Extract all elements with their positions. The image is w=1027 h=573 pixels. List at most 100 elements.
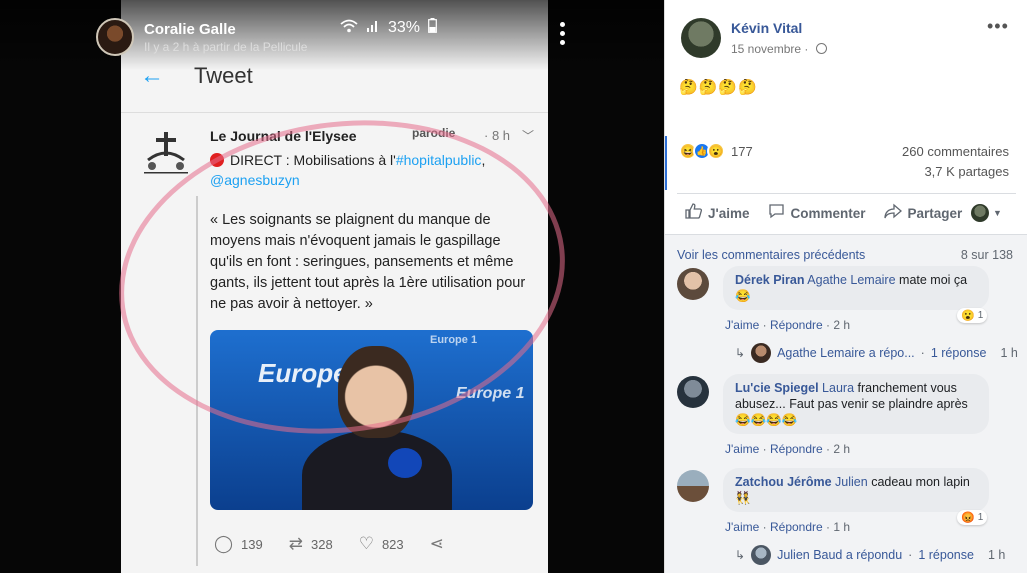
comment-reaction-badge[interactable]: 😮 1 — [957, 308, 988, 323]
heart-icon: ♡ — [358, 534, 374, 553]
poster-name[interactable]: Coralie Galle — [144, 21, 307, 38]
post-text: 🤔🤔🤔🤔 — [679, 79, 758, 96]
comment-author[interactable]: Dérek Piran — [735, 273, 804, 287]
comment-mention[interactable]: Laura — [822, 381, 854, 395]
post-date[interactable]: 15 novembre — [731, 42, 801, 56]
reply-summary-time: 1 h — [987, 548, 1006, 562]
view-previous-comments[interactable]: Voir les commentaires précédents — [677, 248, 865, 262]
phone-status-bar: 33% — [340, 18, 437, 38]
poster-avatar[interactable] — [96, 18, 134, 56]
share-icon: ⋖ — [429, 534, 444, 553]
comment-author[interactable]: Lu'cie Spiegel — [735, 381, 819, 395]
media-options-icon[interactable] — [560, 22, 566, 49]
comment-like-link[interactable]: J'aime — [725, 442, 759, 456]
microphone-icon — [388, 448, 422, 478]
tweet-divider — [121, 112, 548, 113]
tweet-likes: 823 — [381, 537, 404, 552]
battery-icon — [428, 18, 437, 38]
comment-mention[interactable]: Julien — [835, 475, 868, 489]
comment-time[interactable]: 1 h — [833, 520, 850, 534]
comment-author[interactable]: Zatchou Jérôme — [735, 475, 832, 489]
commenter-avatar[interactable] — [677, 376, 709, 408]
comments-count[interactable]: 260 commentaires — [902, 144, 1009, 159]
media-poster[interactable]: Coralie Galle Il y a 2 h à partir de la … — [96, 18, 307, 56]
reply-summary[interactable]: ↳ Agathe Lemaire a répo... · 1 réponse 1… — [735, 343, 1018, 363]
signal-icon — [366, 19, 380, 38]
comments-page-count: 8 sur 138 — [960, 248, 1013, 262]
author-avatar[interactable] — [681, 18, 721, 58]
commenter-avatar[interactable] — [677, 470, 709, 502]
comment-button[interactable]: Commenter — [768, 203, 866, 224]
post-author[interactable]: Kévin Vital — [731, 20, 802, 36]
comment-reply-link[interactable]: Répondre — [770, 318, 823, 332]
caret-down-icon: ▼ — [993, 208, 1002, 218]
like-button[interactable]: J'aime — [685, 203, 750, 224]
comment-meta: J'aime · Répondre · 2 h — [725, 318, 851, 332]
like-label: J'aime — [708, 206, 750, 221]
comment-text: cadeau mon lapin — [871, 475, 970, 489]
tweet-replies: 139 — [241, 537, 263, 552]
post-panel: Kévin Vital 15 novembre · ••• 🤔🤔🤔🤔 😆 👍 😮… — [664, 0, 1027, 573]
share-label: Partager — [907, 206, 963, 221]
comment-emoji: 😂 — [735, 289, 751, 303]
comment-reaction-count: 1 — [977, 310, 984, 321]
comment-reply-link[interactable]: Répondre — [770, 442, 823, 456]
replier-avatar — [751, 343, 772, 363]
retweet-icon: ⇄ — [288, 534, 303, 553]
share-as-selector[interactable]: ▼ — [971, 204, 1002, 222]
back-arrow-icon: ← — [140, 62, 164, 89]
post-actions: J'aime Commenter Partager — [685, 203, 962, 224]
image-person-body — [302, 430, 452, 510]
globe-icon — [815, 43, 827, 54]
comment-mention[interactable]: Agathe Lemaire — [807, 273, 895, 287]
post-date-row: 15 novembre · — [731, 42, 827, 56]
more-options-icon[interactable]: ••• — [987, 16, 1009, 37]
facebook-photo-viewer: Coralie Galle Il y a 2 h à partir de la … — [0, 0, 1027, 573]
shares-count[interactable]: 3,7 K partages — [924, 164, 1009, 179]
comment-text: mate moi ça — [899, 273, 968, 287]
comment-meta: J'aime · Répondre · 2 h — [725, 442, 851, 456]
comment-emoji: 👯 — [735, 491, 751, 505]
comment-like-link[interactable]: J'aime — [725, 520, 759, 534]
comment-label: Commenter — [790, 206, 866, 221]
tweet-header-title: Tweet — [194, 63, 253, 88]
elysee-logo-icon — [140, 130, 192, 182]
comment-like-link[interactable]: J'aime — [725, 318, 759, 332]
comment-reaction-badge[interactable]: 😡 1 — [957, 510, 988, 525]
comment-meta: J'aime · Répondre · 1 h — [725, 520, 851, 534]
tweet-retweets: 328 — [310, 537, 333, 552]
reply-summary-time: 1 h — [1000, 346, 1018, 360]
angry-reaction-icon: 😡 — [961, 512, 975, 524]
share-as-avatar — [971, 204, 989, 222]
wow-reaction-icon: 😮 — [961, 310, 975, 322]
share-arrow-icon — [883, 203, 902, 224]
comment-time[interactable]: 2 h — [833, 442, 850, 456]
focus-indicator — [665, 136, 667, 190]
commenter-avatar[interactable] — [677, 268, 709, 300]
comment-reply-link[interactable]: Répondre — [770, 520, 823, 534]
reactions-summary[interactable]: 😆 👍 😮 177 — [679, 142, 753, 160]
reply-summary-name: Julien Baud a répondu — [777, 548, 903, 562]
reply-summary[interactable]: ↳ Julien Baud a répondu · 1 réponse 1 h — [735, 545, 1005, 565]
comment-bubble: Lu'cie Spiegel Laura franchement vous ab… — [723, 374, 989, 434]
comment-icon — [768, 203, 785, 224]
reply-summary-count: 1 réponse — [918, 548, 974, 562]
wifi-icon — [340, 19, 358, 38]
chevron-down-icon: ﹀ — [522, 129, 535, 143]
reply-summary-count: 1 réponse — [930, 346, 987, 360]
comment-bubble: Zatchou Jérôme Julien cadeau mon lapin 👯 — [723, 468, 989, 512]
comment-time[interactable]: 2 h — [833, 318, 850, 332]
tweet-header: ← Tweet — [140, 62, 253, 90]
divider — [677, 193, 1016, 194]
comment-emoji: 😂😂😂😂 — [735, 413, 798, 427]
battery-level: 33% — [388, 19, 421, 36]
share-button[interactable]: Partager — [883, 203, 963, 224]
reply-icon: ◯ — [214, 534, 234, 553]
tweet-actions: ◯ 139 ⇄ 328 ♡ 823 ⋖ — [214, 534, 452, 554]
comment-bubble: Dérek Piran Agathe Lemaire mate moi ça 😂 — [723, 266, 989, 310]
tweet-time: · 8 h — [484, 128, 511, 143]
media-viewer[interactable]: Coralie Galle Il y a 2 h à partir de la … — [0, 0, 664, 573]
wow-reaction-icon: 😮 — [707, 142, 725, 160]
reply-arrow-icon: ↳ — [735, 346, 746, 360]
comment-reaction-count: 1 — [977, 512, 984, 523]
